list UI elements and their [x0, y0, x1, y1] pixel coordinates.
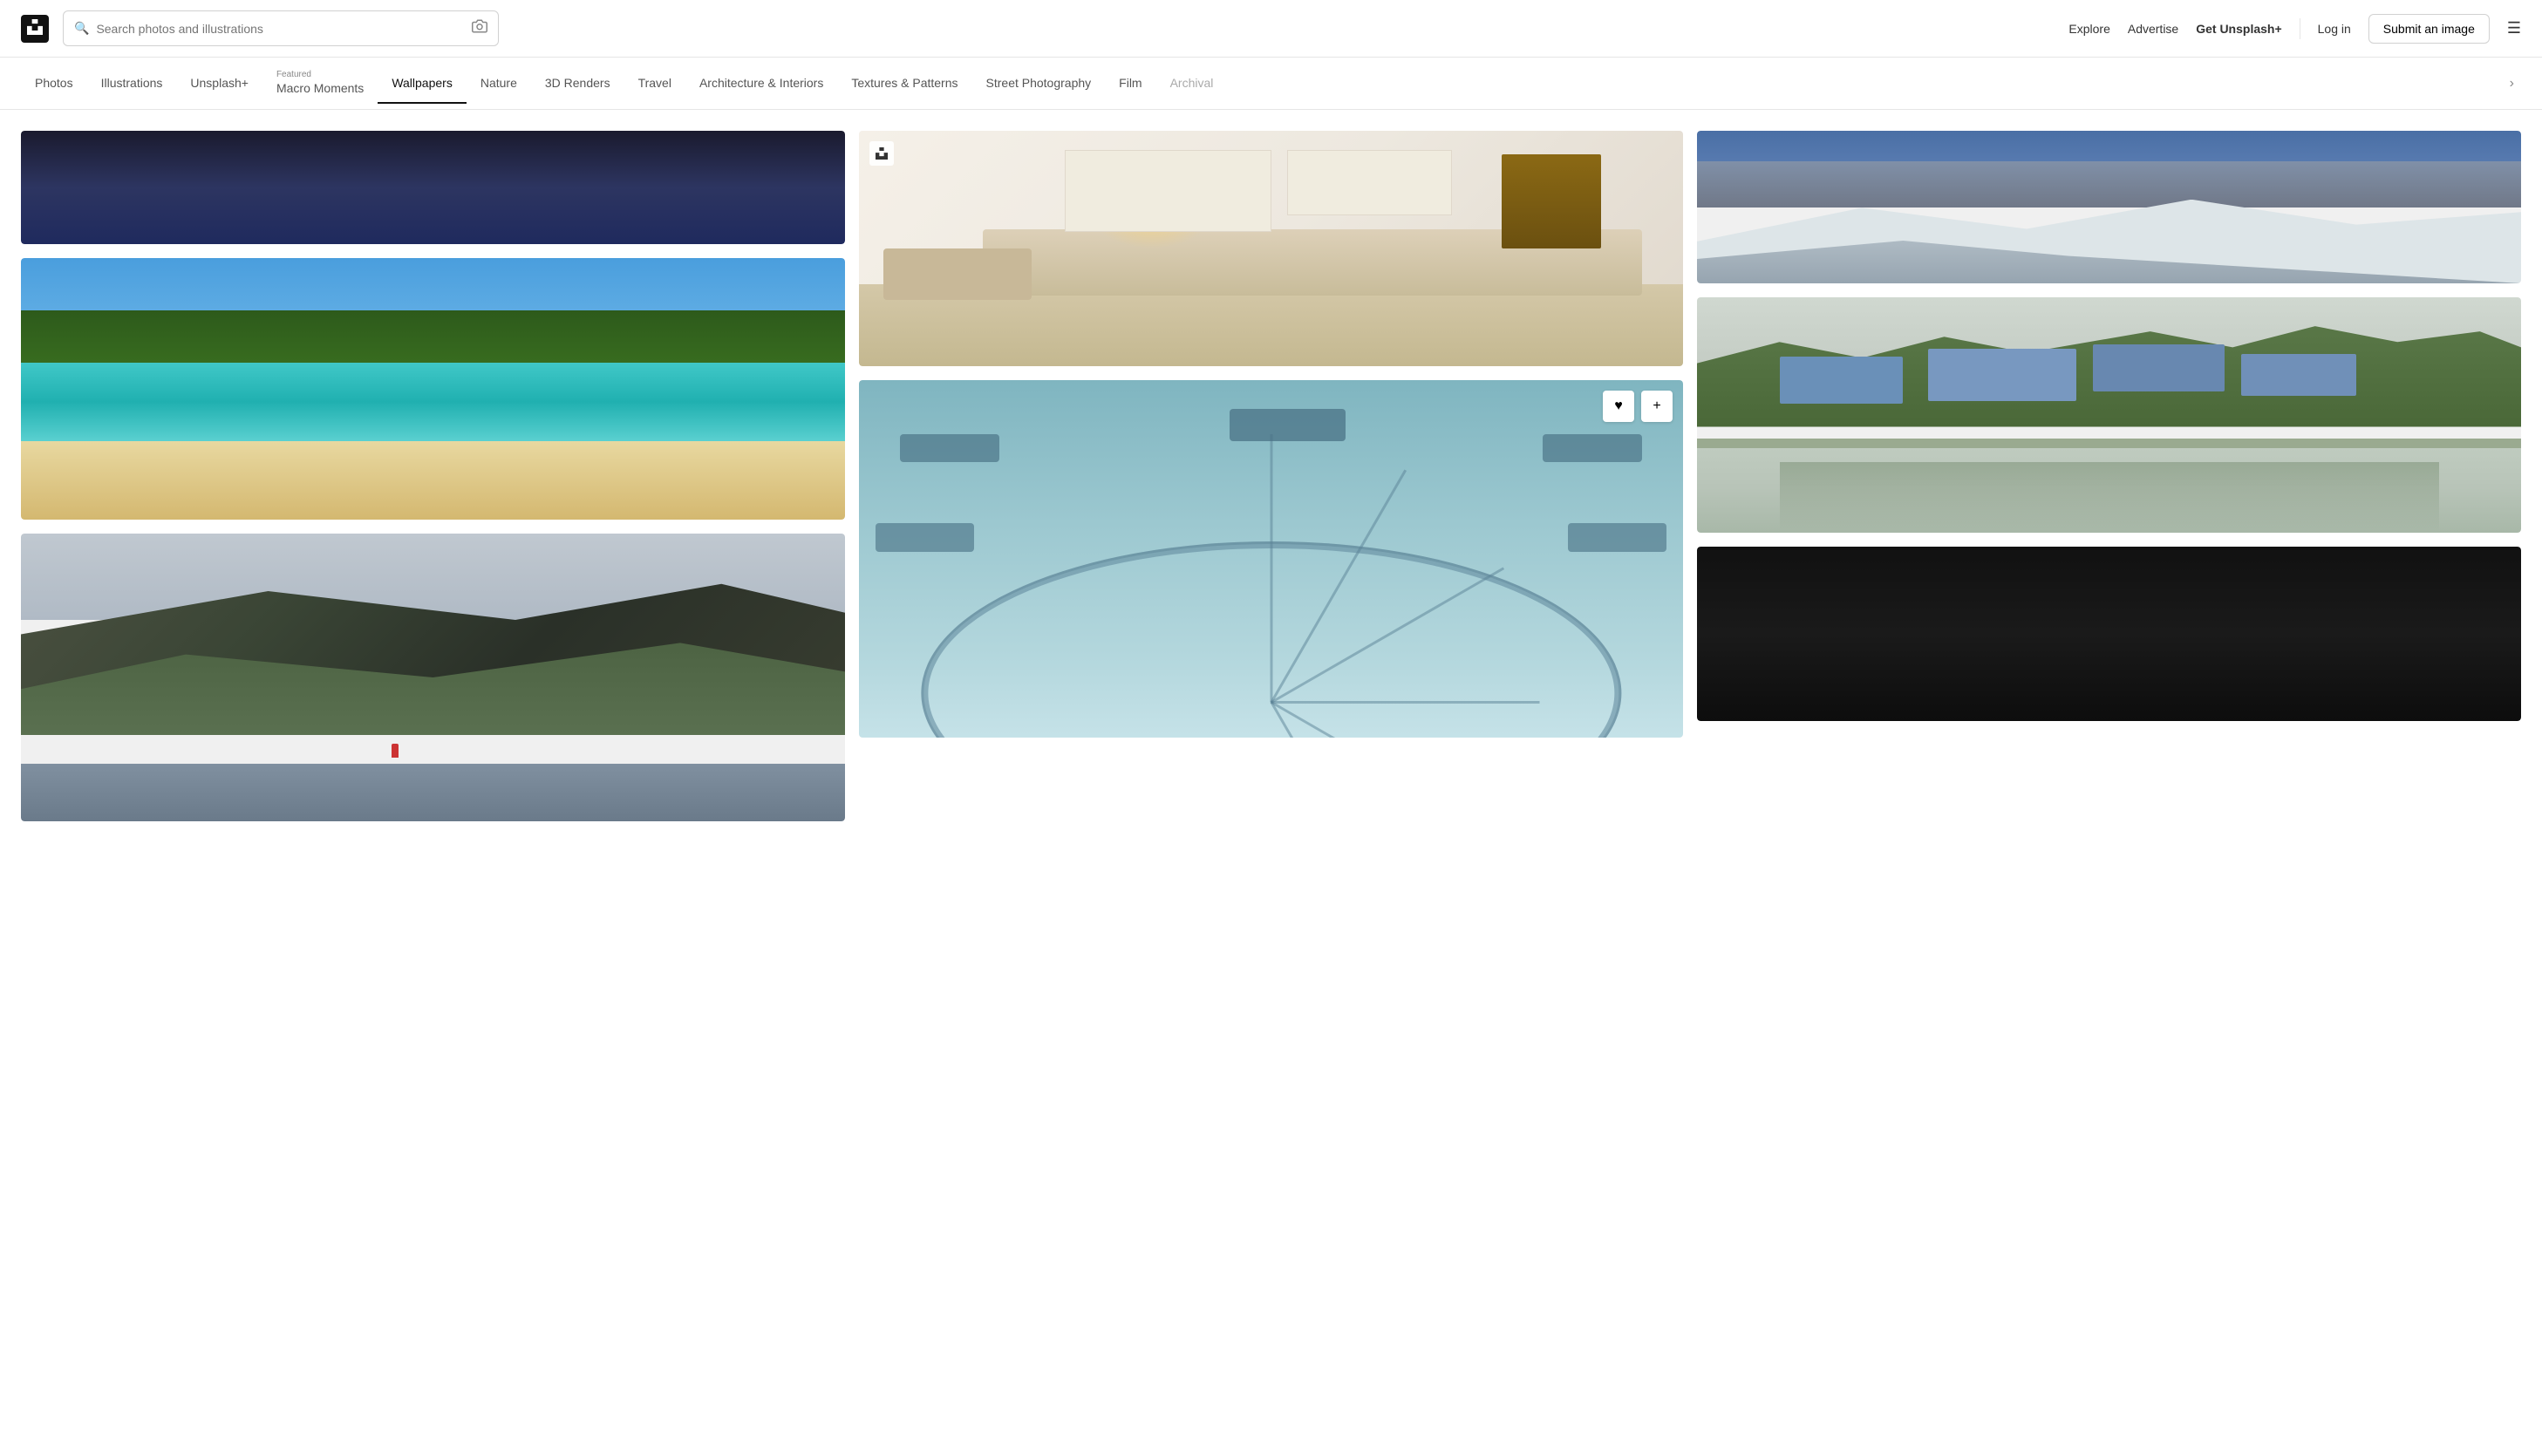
- photo-overlay: [21, 131, 845, 244]
- logo-icon: [27, 19, 43, 37]
- nav-item-illustrations[interactable]: Illustrations: [87, 64, 177, 104]
- search-bar[interactable]: 🔍: [63, 10, 499, 46]
- search-icon: 🔍: [74, 21, 89, 36]
- nav-item-unsplash-plus[interactable]: Unsplash+: [176, 64, 262, 104]
- nav-item-architecture[interactable]: Architecture & Interiors: [685, 64, 837, 104]
- nav-item-nature[interactable]: Nature: [467, 64, 531, 104]
- photo-card-snowy-mountain[interactable]: [1697, 131, 2521, 283]
- photo-overlay: [859, 380, 1683, 738]
- photo-card-dark-top[interactable]: [21, 131, 845, 244]
- header-nav: Explore Advertise Get Unsplash+ Log in S…: [2068, 14, 2521, 44]
- featured-label: Featured: [276, 70, 311, 79]
- photo-col-2: ♥ +: [859, 131, 1683, 738]
- photo-overlay: [1697, 297, 2521, 533]
- nav-item-film[interactable]: Film: [1105, 64, 1155, 104]
- photo-overlay: [1697, 131, 2521, 283]
- photo-grid: ♥ +: [21, 131, 2521, 821]
- photo-card-ferris-wheel[interactable]: ♥ +: [859, 380, 1683, 738]
- nav-item-travel[interactable]: Travel: [624, 64, 685, 104]
- submit-image-button[interactable]: Submit an image: [2368, 14, 2490, 44]
- photo-card-dark-bottom[interactable]: [1697, 547, 2521, 721]
- secondary-nav: Photos Illustrations Unsplash+ Featured …: [0, 58, 2542, 110]
- photo-card-mountain[interactable]: [21, 534, 845, 821]
- photo-overlay: [21, 258, 845, 520]
- login-link[interactable]: Log in: [2318, 22, 2351, 36]
- menu-button[interactable]: ☰: [2507, 19, 2521, 37]
- header: 🔍 Explore Advertise Get Unsplash+ Log in…: [0, 0, 2542, 58]
- photo-card-beach[interactable]: [21, 258, 845, 520]
- explore-link[interactable]: Explore: [2068, 22, 2109, 36]
- search-input[interactable]: [96, 22, 465, 36]
- nav-item-street-photography[interactable]: Street Photography: [972, 64, 1106, 104]
- photo-col-1: [21, 131, 845, 821]
- photo-overlay: [1697, 547, 2521, 721]
- nav-item-photos[interactable]: Photos: [21, 64, 87, 104]
- nav-item-3d-renders[interactable]: 3D Renders: [531, 64, 624, 104]
- photo-overlay: [859, 131, 1683, 366]
- nav-item-wallpapers[interactable]: Wallpapers: [378, 64, 467, 104]
- advertise-link[interactable]: Advertise: [2128, 22, 2178, 36]
- nav-item-macro-moments[interactable]: Featured Macro Moments: [262, 58, 378, 109]
- unsplash-logo[interactable]: [21, 15, 49, 43]
- photo-overlay: [21, 534, 845, 821]
- photo-col-3: [1697, 131, 2521, 721]
- nav-item-textures[interactable]: Textures & Patterns: [837, 64, 971, 104]
- photo-card-interior[interactable]: [859, 131, 1683, 366]
- nav-scroll-right[interactable]: ›: [2503, 64, 2521, 104]
- get-unsplash-link[interactable]: Get Unsplash+: [2196, 22, 2281, 36]
- main-content: ♥ +: [0, 110, 2542, 842]
- nav-item-archival[interactable]: Archival: [1156, 64, 1228, 104]
- visual-search-button[interactable]: [472, 18, 487, 38]
- photo-card-houses-water[interactable]: [1697, 297, 2521, 533]
